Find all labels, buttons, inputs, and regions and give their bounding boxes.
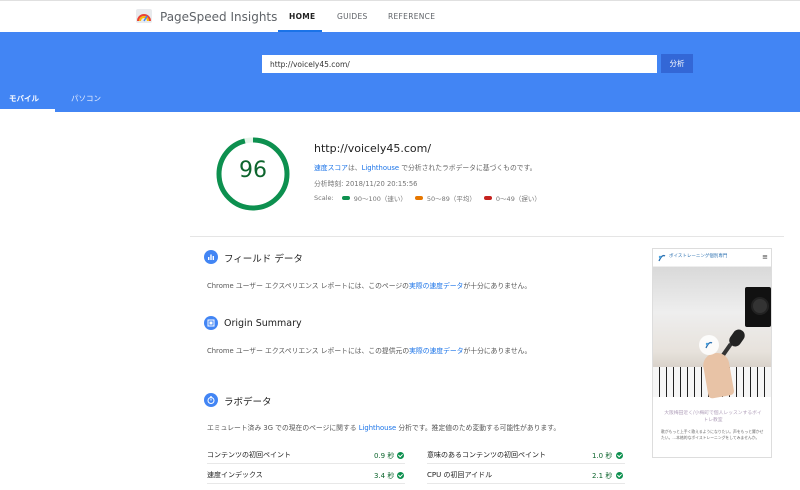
metric-speed-index-value: 3.4 秒 bbox=[374, 472, 395, 480]
lab-text: エミュレート済み 3G での現在のページに関する bbox=[207, 424, 359, 432]
speed-score-link[interactable]: 速度スコア bbox=[314, 164, 348, 172]
scale-label: Scale: bbox=[314, 194, 334, 202]
analyzed-url: http://voicely45.com/ bbox=[314, 142, 432, 155]
scale-slow-swatch bbox=[483, 196, 492, 200]
field-text-end: が十分にありません。 bbox=[463, 282, 532, 290]
nav-home[interactable]: HOME bbox=[289, 12, 315, 21]
metric-fmp-value: 1.0 秒 bbox=[592, 452, 613, 460]
preview-body-text: 歌がもっと上手く歌えるようになりたい。声をもっと響かせたい。…本格的なボイストレ… bbox=[661, 429, 764, 440]
preview-site-header: ボイストレーニング個別専門 ≡ bbox=[653, 249, 771, 267]
origin-summary-icon bbox=[204, 316, 218, 330]
metric-fmp-label: 意味のあるコンテンツの初回ペイント bbox=[427, 451, 546, 459]
badge-logo-icon bbox=[705, 341, 713, 349]
tab-active-indicator bbox=[0, 109, 55, 112]
metric-separator bbox=[427, 483, 625, 484]
analyze-button[interactable]: 分析 bbox=[661, 54, 693, 73]
scale-fast-swatch bbox=[341, 196, 350, 200]
metric-cpu-idle-label: CPU の初回アイドル bbox=[427, 471, 493, 479]
field-real-data-link[interactable]: 実際の速度データ bbox=[409, 282, 463, 290]
mobile-screenshot-preview: ボイストレーニング個別専門 ≡ 大阪梅田近く/小梅町で個人レッスンするボイトレ教… bbox=[652, 248, 772, 458]
origin-text-end: が十分にありません。 bbox=[463, 347, 532, 355]
url-input[interactable] bbox=[262, 55, 657, 73]
lab-data-message: エミュレート済み 3G での現在のページに関する Lighthouse 分析です… bbox=[207, 422, 560, 432]
speaker-graphic bbox=[745, 287, 771, 327]
desc-text-end: で分析されたラボデータに基づくものです。 bbox=[399, 164, 537, 172]
metric-speed-index-pass-icon bbox=[397, 472, 404, 479]
metric-cpu-idle-pass-icon bbox=[616, 472, 623, 479]
score-description: 速度スコアは、Lighthouse で分析されたラボデータに基づくものです。 bbox=[314, 162, 536, 172]
desc-text: は、 bbox=[347, 164, 362, 172]
origin-summary-title: Origin Summary bbox=[224, 318, 302, 329]
search-header: 分析 モバイル パソコン bbox=[0, 32, 800, 112]
origin-summary-message: Chrome ユーザー エクスペリエンス レポートには、この提供元の実際の速度デ… bbox=[207, 345, 531, 355]
metric-fcp-label: コンテンツの初回ペイント bbox=[207, 451, 291, 459]
pagespeed-logo-icon bbox=[136, 9, 152, 23]
scale-average-swatch bbox=[414, 196, 423, 200]
metric-fmp-pass-icon bbox=[616, 452, 623, 459]
app-title[interactable]: PageSpeed Insights bbox=[160, 10, 277, 24]
preview-logo-badge bbox=[699, 335, 719, 355]
score-scale: Scale: 90〜100（速い） 50〜89（平均） 0〜49（遅い） bbox=[314, 193, 541, 203]
lab-text-end: 分析です。推定値のため変動する可能性があります。 bbox=[396, 424, 561, 432]
lab-data-icon bbox=[204, 393, 218, 407]
field-data-icon bbox=[204, 250, 218, 264]
field-data-message: Chrome ユーザー エクスペリエンス レポートには、このページの実際の速度デ… bbox=[207, 280, 531, 290]
metric-fcp-pass-icon bbox=[397, 452, 404, 459]
lighthouse-link[interactable]: Lighthouse bbox=[362, 164, 399, 172]
tab-mobile[interactable]: モバイル bbox=[9, 93, 39, 104]
origin-text: Chrome ユーザー エクスペリエンス レポートには、この提供元の bbox=[207, 347, 410, 355]
scale-slow-label: 0〜49（遅い） bbox=[495, 195, 541, 203]
metric-separator bbox=[427, 463, 625, 464]
preview-site-logo-icon bbox=[658, 254, 666, 262]
scale-fast-label: 90〜100（速い） bbox=[353, 195, 407, 203]
metric-separator bbox=[207, 483, 405, 484]
lab-lighthouse-link[interactable]: Lighthouse bbox=[359, 424, 396, 432]
metric-cpu-idle-value: 2.1 秒 bbox=[592, 472, 613, 480]
preview-menu-icon: ≡ bbox=[762, 253, 768, 261]
metric-separator bbox=[207, 463, 405, 464]
field-data-title: フィールド データ bbox=[224, 254, 303, 265]
tab-desktop[interactable]: パソコン bbox=[71, 93, 101, 104]
nav-reference[interactable]: REFERENCE bbox=[388, 12, 435, 21]
top-nav: PageSpeed Insights HOME GUIDES REFERENCE bbox=[0, 0, 800, 33]
nav-guides[interactable]: GUIDES bbox=[337, 12, 368, 21]
preview-site-brand: ボイストレーニング個別専門 bbox=[669, 254, 728, 259]
scale-average-label: 50〜89（平均） bbox=[426, 195, 476, 203]
lab-data-title: ラボデータ bbox=[224, 397, 272, 408]
metric-fcp-value: 0.9 秒 bbox=[374, 452, 395, 460]
origin-real-data-link[interactable]: 実際の速度データ bbox=[409, 347, 463, 355]
section-divider bbox=[190, 236, 784, 237]
performance-score: 96 bbox=[239, 158, 267, 183]
preview-hero-image bbox=[653, 267, 771, 399]
metric-speed-index-label: 速度インデックス bbox=[207, 471, 263, 479]
analysis-time: 分析時刻: 2018/11/20 20:15:56 bbox=[314, 180, 418, 188]
preview-caption: 大阪梅田近く/小梅町で個人レッスンするボイトレ教室 bbox=[664, 411, 762, 423]
field-text: Chrome ユーザー エクスペリエンス レポートには、このページの bbox=[207, 282, 409, 290]
